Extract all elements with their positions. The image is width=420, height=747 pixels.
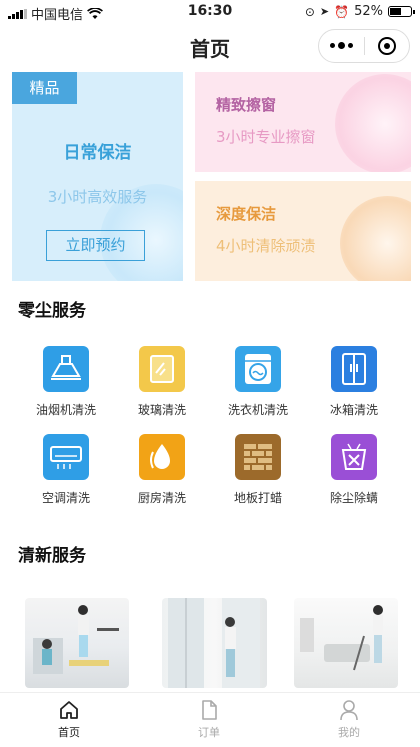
orientation-lock-icon: ⊙ (304, 4, 315, 19)
target-icon (377, 37, 396, 55)
tab-label: 订单 (198, 726, 220, 739)
deep-cleaning-title: 深度保洁 (216, 205, 277, 223)
more-dots-icon (329, 42, 353, 49)
range-hood-icon (43, 346, 89, 392)
daily-cleaning-subtitle: 3小时高效服务 (47, 188, 148, 206)
service-label: 洗衣机清洗 (227, 403, 288, 417)
air-conditioner-icon (43, 434, 89, 480)
window-cleaning-title: 精致擦窗 (216, 96, 277, 114)
home-icon (60, 701, 78, 719)
status-bar: 中国电信 16:30 ⊙ ➤ ⏰ 52% (0, 0, 420, 24)
deep-cleaning-subtitle: 4小时清除顽渍 (216, 237, 316, 255)
mini-program-capsule (318, 29, 410, 63)
location-icon: ➤ (319, 5, 330, 18)
glass-icon (139, 346, 185, 392)
service-item-kitchen[interactable]: 厨房清洗 (114, 434, 210, 506)
service-item-glass[interactable]: 玻璃清洗 (114, 346, 210, 418)
close-mini-program-button[interactable] (365, 30, 410, 62)
floor-wax-icon (235, 434, 281, 480)
deep-cleaning-card[interactable]: 深度保洁 4小时清除顽渍 (195, 181, 411, 281)
order-icon (202, 700, 217, 720)
tab-home[interactable]: 首页 (39, 699, 99, 740)
window-cleaning-subtitle: 3小时专业擦窗 (216, 128, 316, 146)
service-label: 冰箱清洗 (329, 403, 378, 417)
service-label: 空调清洗 (41, 491, 90, 505)
battery-percent: 52% (354, 4, 383, 19)
service-label: 地板打蜡 (233, 491, 282, 505)
service-label: 厨房清洗 (137, 491, 186, 505)
dust-mite-icon (331, 434, 377, 480)
tab-label: 我的 (338, 726, 360, 739)
daily-cleaning-title: 日常保洁 (63, 143, 132, 163)
kitchen-icon (139, 434, 185, 480)
book-now-button[interactable]: 立即预约 (46, 230, 145, 261)
alarm-icon: ⏰ (334, 4, 350, 19)
service-item-floor-wax[interactable]: 地板打蜡 (210, 434, 306, 506)
services-section-title: 零尘服务 (18, 301, 86, 321)
fridge-icon (331, 346, 377, 392)
battery-icon (388, 6, 415, 17)
fresh-service-photo-2[interactable] (162, 598, 267, 688)
tab-label: 首页 (58, 726, 80, 739)
tab-orders[interactable]: 订单 (179, 699, 239, 740)
more-button[interactable] (319, 30, 364, 62)
tab-bar: 首页 订单 我的 (0, 692, 420, 747)
fresh-service-photo-3[interactable] (294, 598, 398, 688)
premium-tag: 精品 (12, 72, 77, 104)
service-label: 油烟机清洗 (35, 403, 96, 417)
tab-profile[interactable]: 我的 (319, 699, 379, 740)
service-item-dust-mite[interactable]: 除尘除螨 (306, 434, 402, 506)
washing-machine-icon (235, 346, 281, 392)
service-item-washing-machine[interactable]: 洗衣机清洗 (210, 346, 306, 418)
service-item-air-conditioner[interactable]: 空调清洗 (18, 434, 114, 506)
service-label: 除尘除螨 (329, 491, 378, 505)
fresh-section-title: 清新服务 (18, 546, 86, 566)
profile-icon (340, 700, 358, 721)
nav-bar: 首页 (0, 24, 420, 68)
fresh-service-photos (0, 598, 420, 688)
service-item-range-hood[interactable]: 油烟机清洗 (18, 346, 114, 418)
service-label: 玻璃清洗 (137, 403, 186, 417)
daily-cleaning-card[interactable]: 精品 日常保洁 3小时高效服务 立即预约 (12, 72, 183, 281)
window-cleaning-card[interactable]: 精致擦窗 3小时专业擦窗 (195, 72, 411, 172)
fresh-service-photo-1[interactable] (25, 598, 129, 688)
service-item-fridge[interactable]: 冰箱清洗 (306, 346, 402, 418)
